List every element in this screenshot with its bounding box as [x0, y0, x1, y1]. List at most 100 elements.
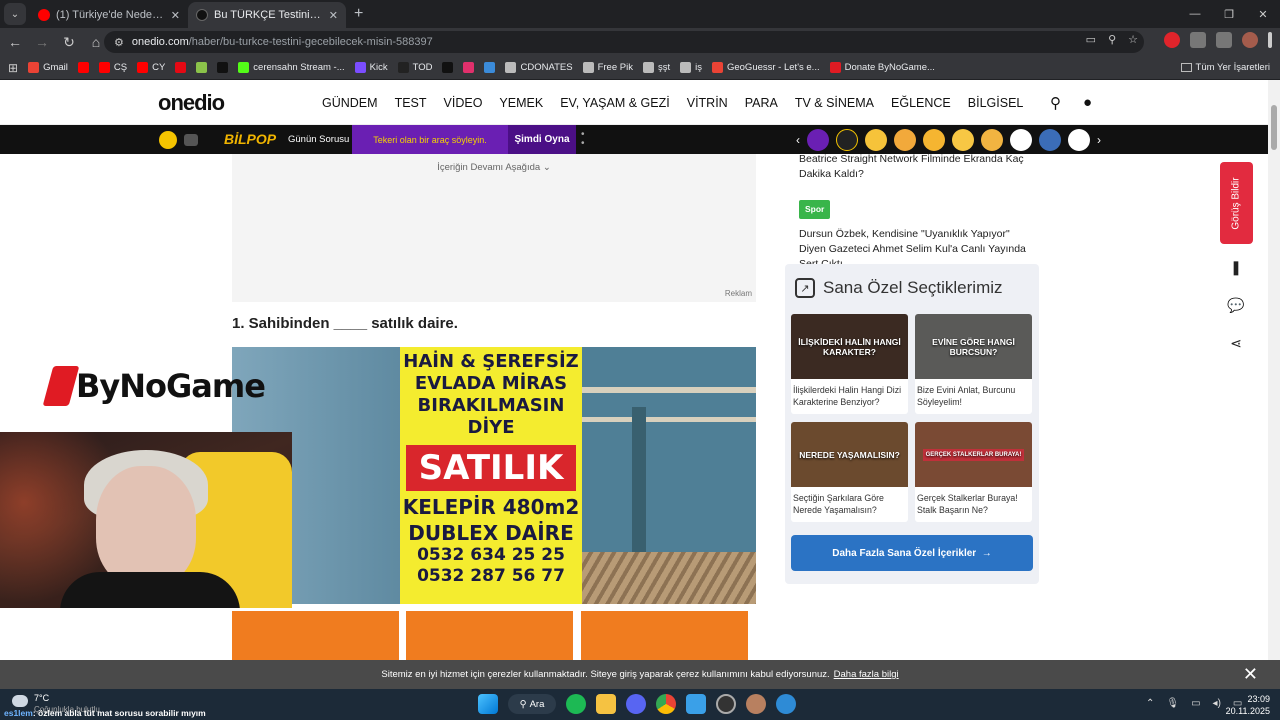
bookmark-item[interactable]: Gmail: [28, 62, 68, 73]
forward-icon[interactable]: →: [30, 30, 54, 54]
bookmark-item[interactable]: [196, 62, 208, 73]
reaction-icon[interactable]: [1010, 129, 1032, 151]
tab-youtube[interactable]: (1) Türkiye'de Neden KİMSE Bu... ✕: [30, 2, 188, 28]
reaction-icon[interactable]: [981, 129, 1003, 151]
pick-card[interactable]: EVİNE GÖRE HANGİ BURCSUN? Bize Evini Anl…: [915, 314, 1032, 414]
maximize-icon[interactable]: ❐: [1212, 0, 1246, 28]
file-explorer-icon[interactable]: [596, 694, 616, 714]
obs-icon[interactable]: [716, 694, 736, 714]
reaction-icon[interactable]: [923, 129, 945, 151]
chevron-up-icon[interactable]: ⌃: [1146, 698, 1154, 709]
site-info-icon[interactable]: ⚙: [114, 36, 124, 49]
more-dots-icon[interactable]: • •: [581, 130, 585, 149]
page-scrollbar[interactable]: [1268, 80, 1280, 690]
bookmark-item[interactable]: CŞ: [98, 62, 127, 73]
nav-item[interactable]: EĞLENCE: [891, 96, 951, 110]
pick-card[interactable]: İLİŞKİDEKİ HALİN HANGİ KARAKTER? İlişkil…: [791, 314, 908, 414]
quiz-icon[interactable]: [184, 134, 198, 146]
bookmark-item[interactable]: cerensahn Stream -...: [238, 62, 345, 73]
share-icon[interactable]: ⋖: [1226, 333, 1246, 353]
notepad-icon[interactable]: [686, 694, 706, 714]
chrome-icon[interactable]: [656, 694, 676, 714]
category-tag[interactable]: Spor: [799, 200, 831, 219]
minimize-icon[interactable]: —: [1178, 0, 1212, 28]
globe-icon[interactable]: [776, 694, 796, 714]
new-tab-button[interactable]: +: [354, 5, 363, 23]
bookmark-item[interactable]: şşt: [642, 62, 670, 73]
chevron-right-icon[interactable]: ›: [1097, 133, 1101, 147]
volume-icon[interactable]: ◂): [1213, 698, 1221, 709]
profile-avatar[interactable]: [1242, 32, 1258, 48]
weather-icon[interactable]: [12, 695, 28, 707]
nav-item[interactable]: VİDEO: [444, 96, 483, 110]
zoom-icon[interactable]: ⚲: [1108, 33, 1116, 46]
puzzle-icon[interactable]: [1190, 32, 1206, 48]
back-icon[interactable]: ←: [3, 30, 27, 54]
bookmark-item[interactable]: GeoGuessr - Let's e...: [711, 62, 820, 73]
more-picks-button[interactable]: Daha Fazla Sana Özel İçerikler →: [791, 535, 1033, 571]
cookie-more-link[interactable]: Daha fazla bilgi: [834, 669, 899, 680]
nav-item[interactable]: TEST: [395, 96, 427, 110]
discord-icon[interactable]: [626, 694, 646, 714]
nav-item[interactable]: EV, YAŞAM & GEZİ: [560, 96, 670, 110]
pick-card[interactable]: GERÇEK STALKERLAR BURAYA! Gerçek Stalker…: [915, 422, 1032, 522]
play-now-button[interactable]: Şimdi Oyna: [508, 125, 576, 154]
bookmark-item[interactable]: [484, 62, 496, 73]
close-window-icon[interactable]: ✕: [1246, 0, 1280, 28]
windows-start-icon[interactable]: [478, 694, 498, 714]
reaction-icon[interactable]: [865, 129, 887, 151]
nav-item[interactable]: TV & SİNEMA: [795, 96, 874, 110]
extension-red-icon[interactable]: [1164, 32, 1180, 48]
bookmark-item[interactable]: CDONATES: [505, 62, 573, 73]
star-icon[interactable]: ☆: [1128, 33, 1138, 46]
microphone-icon[interactable]: 🎙: [1166, 698, 1179, 709]
all-bookmarks[interactable]: Tüm Yer İşaretleri: [1180, 62, 1270, 73]
bookmark-item[interactable]: [217, 62, 229, 73]
pick-card[interactable]: NEREDE YAŞAMALISIN? Seçtiğin Şarkılara G…: [791, 422, 908, 522]
tab-search-icon[interactable]: [1216, 32, 1232, 48]
reaction-icon[interactable]: [1039, 129, 1061, 151]
bookmark-item[interactable]: iş: [680, 62, 702, 73]
bookmark-item[interactable]: Donate ByNoGame...: [829, 62, 935, 73]
bookmark-item[interactable]: [442, 62, 454, 73]
nav-item[interactable]: PARA: [745, 96, 778, 110]
apps-icon[interactable]: ⊞: [8, 61, 18, 75]
tab-search-button[interactable]: ⌄: [4, 3, 26, 25]
bookmark-item[interactable]: TOD: [397, 62, 432, 73]
nav-item[interactable]: BİLGİSEL: [968, 96, 1024, 110]
daily-question[interactable]: Tekeri olan bir araç söyleyin.: [352, 125, 508, 154]
bookmark-item[interactable]: [77, 62, 89, 73]
bookmark-item[interactable]: Kick: [354, 62, 388, 73]
nav-item[interactable]: GÜNDEM: [322, 96, 378, 110]
game-controller-icon[interactable]: [159, 131, 177, 149]
bookmark-item[interactable]: [175, 62, 187, 73]
reaction-icon[interactable]: [836, 129, 858, 151]
bookmark-icon[interactable]: ❚: [1226, 257, 1246, 277]
taskbar-search[interactable]: ⚲ Ara: [508, 694, 556, 714]
tab-onedio[interactable]: Bu TÜRKÇE Testini Geçebilecek... ✕: [188, 2, 346, 28]
answer-option[interactable]: [406, 611, 573, 661]
bookmark-item[interactable]: Free Pik: [582, 62, 633, 73]
nav-item[interactable]: VİTRİN: [687, 96, 728, 110]
feedback-button[interactable]: Görüş Bildir: [1220, 162, 1253, 244]
menu-icon[interactable]: [1268, 32, 1272, 48]
close-icon[interactable]: ✕: [329, 9, 338, 22]
bilpop-logo[interactable]: BİLPOP: [224, 131, 276, 147]
close-icon[interactable]: ✕: [171, 9, 180, 22]
bookmark-item[interactable]: CY: [137, 62, 165, 73]
spotify-icon[interactable]: [566, 694, 586, 714]
nav-item[interactable]: YEMEK: [499, 96, 543, 110]
reaction-icon[interactable]: [807, 129, 829, 151]
close-icon[interactable]: ✕: [1243, 664, 1258, 685]
address-bar[interactable]: ⚙ onedio.com/haber/bu-turkce-testini-gec…: [104, 31, 1144, 53]
chevron-left-icon[interactable]: ‹: [796, 133, 800, 147]
comments-icon[interactable]: 💬: [1226, 295, 1246, 315]
scrollbar-thumb[interactable]: [1271, 105, 1277, 150]
search-icon[interactable]: ⚲: [1050, 94, 1061, 112]
cast-icon[interactable]: ▭: [1086, 33, 1096, 46]
app-avatar-icon[interactable]: [746, 694, 766, 714]
site-logo[interactable]: onedio: [158, 90, 225, 116]
network-icon[interactable]: ▭: [1191, 698, 1200, 709]
user-icon[interactable]: ●: [1083, 94, 1092, 112]
reload-icon[interactable]: ↻: [57, 30, 81, 54]
